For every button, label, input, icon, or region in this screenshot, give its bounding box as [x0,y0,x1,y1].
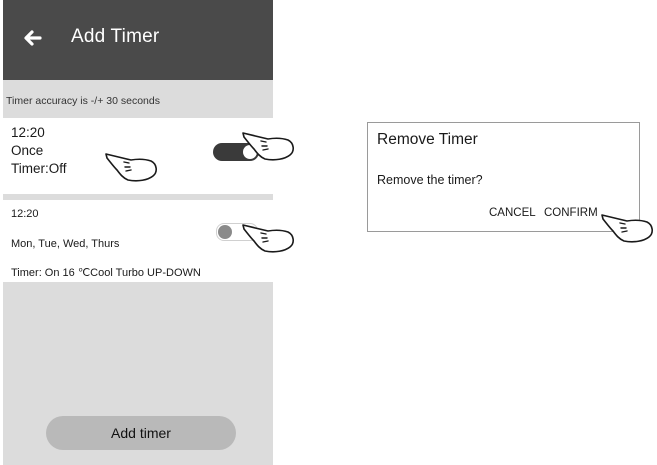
add-timer-button[interactable]: Add timer [46,416,236,450]
timer-status: Timer:Off [11,161,67,176]
timer-time: 12:20 [11,125,45,140]
pointing-hand-icon [105,153,157,182]
cancel-button[interactable]: CANCEL [489,207,536,219]
confirm-button[interactable]: CONFIRM [544,207,598,219]
phone-screen: Add Timer Timer accuracy is -/+ 30 secon… [3,0,273,465]
accuracy-notice: Timer accuracy is -/+ 30 seconds [6,95,160,107]
pointing-hand-icon [242,224,294,253]
timer-settings: Timer: On 16 ℃Cool Turbo UP-DOWN [11,267,201,279]
page-title: Add Timer [71,26,160,47]
timer-time: 12:20 [11,208,39,220]
timer-repeat-days: Mon, Tue, Wed, Thurs [11,238,120,250]
timer-item[interactable]: 12:20 Mon, Tue, Wed, Thurs Timer: On 16 … [3,200,273,282]
app-header: Add Timer [3,0,273,80]
pointing-hand-icon [601,214,653,243]
dialog-message: Remove the timer? [377,173,483,187]
back-arrow-icon[interactable] [21,26,45,50]
toggle-knob [218,225,232,239]
timer-repeat: Once [11,143,44,158]
pointing-hand-icon [242,132,294,161]
dialog-title: Remove Timer [377,131,478,148]
